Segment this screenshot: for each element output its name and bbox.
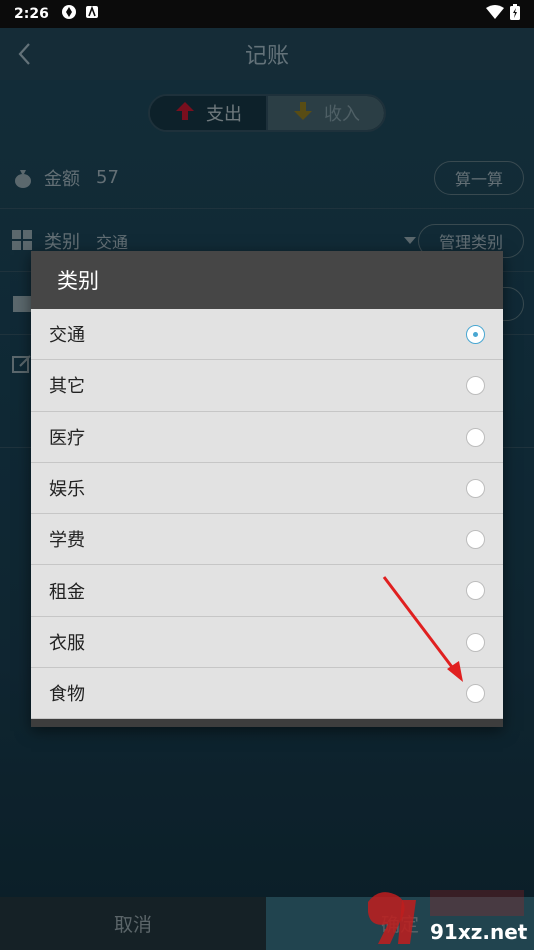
category-option[interactable]: 食物 bbox=[31, 668, 503, 720]
category-option-label: 衣服 bbox=[49, 632, 85, 654]
category-option[interactable]: 娱乐 bbox=[31, 463, 503, 515]
battery-icon bbox=[510, 4, 520, 24]
category-option-label: 其它 bbox=[49, 376, 85, 398]
category-option[interactable]: 医疗 bbox=[31, 412, 503, 463]
category-option-label: 医疗 bbox=[49, 427, 85, 449]
watermark-logo: 91xz.net bbox=[360, 882, 534, 950]
category-option[interactable]: 租金 bbox=[31, 565, 503, 617]
category-dialog: 类别 交通其它医疗娱乐学费租金衣服食物 bbox=[31, 251, 503, 727]
app-notification-icon bbox=[61, 4, 77, 24]
radio-button[interactable] bbox=[466, 478, 485, 498]
radio-button[interactable] bbox=[466, 632, 485, 652]
keyboard-notification-icon bbox=[85, 5, 99, 23]
category-option-label: 交通 bbox=[49, 325, 85, 347]
category-option-label: 娱乐 bbox=[49, 479, 85, 501]
status-bar: 2:26 bbox=[0, 0, 534, 28]
category-option[interactable]: 其它 bbox=[31, 360, 503, 412]
watermark-text: 91xz.net bbox=[430, 920, 528, 944]
wifi-icon bbox=[486, 5, 504, 23]
radio-button[interactable] bbox=[466, 581, 485, 601]
dialog-title: 类别 bbox=[31, 251, 503, 309]
category-option[interactable]: 学费 bbox=[31, 514, 503, 566]
category-option-label: 租金 bbox=[49, 581, 85, 603]
radio-button[interactable] bbox=[466, 684, 485, 704]
radio-button[interactable] bbox=[466, 427, 485, 447]
category-option-label: 食物 bbox=[49, 684, 85, 706]
dialog-footer bbox=[31, 719, 503, 727]
radio-button[interactable] bbox=[466, 376, 485, 396]
radio-button[interactable] bbox=[466, 325, 485, 344]
status-time: 2:26 bbox=[14, 6, 49, 22]
category-option[interactable]: 衣服 bbox=[31, 617, 503, 669]
radio-button[interactable] bbox=[466, 530, 485, 550]
category-option-label: 学费 bbox=[49, 530, 85, 552]
category-option-list: 交通其它医疗娱乐学费租金衣服食物 bbox=[31, 309, 503, 720]
category-option[interactable]: 交通 bbox=[31, 309, 503, 361]
